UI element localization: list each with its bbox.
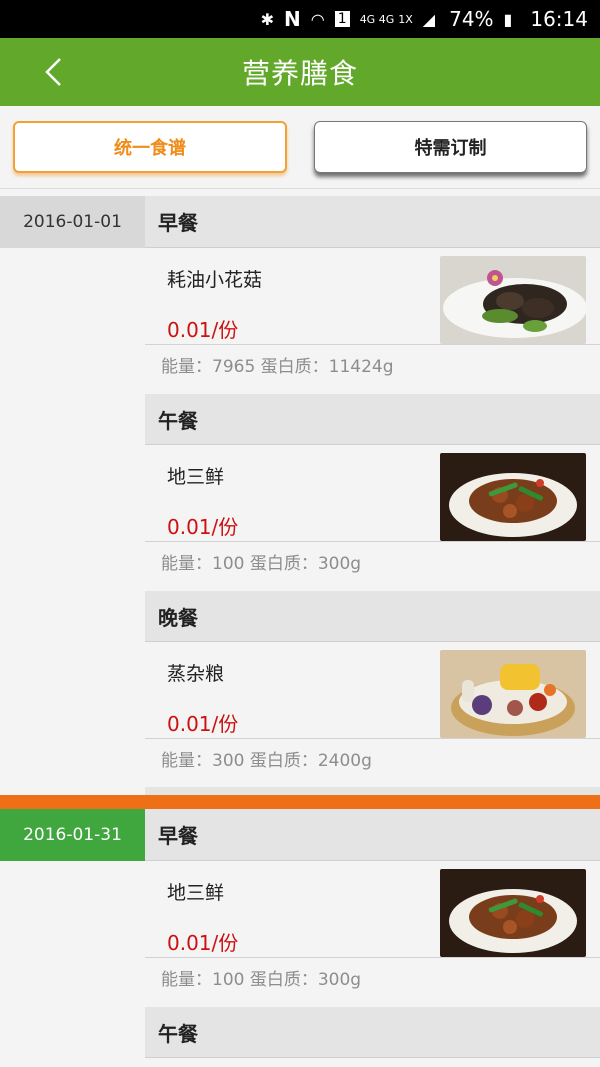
dish-name: 蒸杂粮 (167, 663, 225, 685)
nutrition-info: 能量：300 蛋白质：2400g (145, 739, 600, 787)
sim-icon: 1 (334, 11, 350, 27)
dish-name: 耗油小花菇 (167, 269, 263, 291)
date-label: 2016-01-31 (0, 809, 145, 861)
date-column: 2016-01-01 (0, 196, 145, 795)
signal-icon: ◢ (422, 9, 436, 29)
dish-price: 0.01/份 (167, 318, 239, 342)
date-column: 2016-01-31 (0, 809, 145, 1058)
dish-price: 0.01/份 (167, 515, 239, 539)
dish-name: 地三鲜 (167, 882, 225, 904)
dish-photo (440, 650, 586, 738)
meal-header-lunch: 午餐 (145, 393, 600, 445)
battery-percent: 74% (449, 7, 494, 31)
tab-custom-order[interactable]: 特需订制 (314, 121, 587, 173)
dish-photo (440, 869, 586, 957)
menu-list: 2016-01-01 早餐 耗油小花菇 0.01/份 能量：7965 蛋白质：1… (0, 188, 600, 1058)
nutrition-info: 能量：100 蛋白质：300g (145, 958, 600, 1006)
meal-list: 早餐 耗油小花菇 0.01/份 能量：7965 蛋白质：11424g 午餐 地三… (145, 196, 600, 795)
dish-item[interactable]: 耗油小花菇 0.01/份 (145, 248, 600, 345)
dish-item[interactable]: 蒸杂粮 0.01/份 (145, 642, 600, 739)
nfc-icon: N (284, 7, 301, 31)
tab-unified-menu[interactable]: 统一食谱 (13, 121, 287, 173)
tab-bar: 统一食谱 特需订制 (0, 106, 600, 188)
bluetooth-icon: ✱ (260, 9, 275, 29)
day-section: 2016-01-31 早餐 地三鲜 0.01/份 能量：100 蛋白质：300g… (0, 809, 600, 1058)
day-section: 2016-01-01 早餐 耗油小花菇 0.01/份 能量：7965 蛋白质：1… (0, 196, 600, 795)
meal-list: 早餐 地三鲜 0.01/份 能量：100 蛋白质：300g 午餐 (145, 809, 600, 1058)
status-bar: ✱ N ◠ 1 4G 4G 1X ◢ 74% ▮ 16:14 (0, 0, 600, 38)
dish-item[interactable]: 地三鲜 0.01/份 (145, 445, 600, 542)
network-sub-label: 1X (398, 12, 413, 26)
back-button[interactable] (38, 55, 68, 89)
day-separator (0, 795, 600, 809)
network-label: 4G 4G (359, 12, 395, 26)
dish-price: 0.01/份 (167, 931, 239, 955)
page-title: 营养膳食 (241, 57, 358, 90)
battery-icon: ▮ (503, 9, 513, 29)
meal-header-breakfast: 早餐 (145, 196, 600, 248)
dish-photo (440, 453, 586, 541)
meal-header-stub (145, 787, 600, 795)
meal-header-lunch: 午餐 (145, 1006, 600, 1058)
meal-header-breakfast: 早餐 (145, 809, 600, 861)
nutrition-info: 能量：100 蛋白质：300g (145, 542, 600, 590)
dish-price: 0.01/份 (167, 712, 239, 736)
dish-item[interactable]: 地三鲜 0.01/份 (145, 861, 600, 958)
meal-header-dinner: 晚餐 (145, 590, 600, 642)
app-header: 营养膳食 (0, 38, 600, 106)
nutrition-info: 能量：7965 蛋白质：11424g (145, 345, 600, 393)
clock: 16:14 (530, 7, 588, 31)
date-label: 2016-01-01 (0, 196, 145, 248)
dish-name: 地三鲜 (167, 466, 225, 488)
dish-photo (440, 256, 586, 344)
wifi-icon: ◠ (310, 9, 325, 29)
chevron-left-icon (45, 58, 61, 86)
